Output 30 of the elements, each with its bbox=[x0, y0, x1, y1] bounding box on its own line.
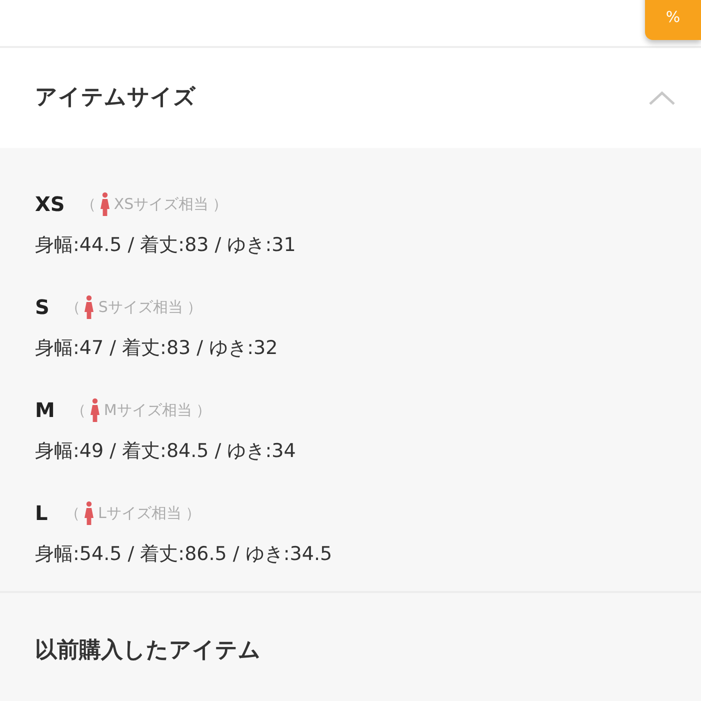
size-equivalent: XSサイズ相当 bbox=[114, 194, 209, 214]
woman-figure-icon bbox=[100, 192, 110, 216]
parenthesis: （ bbox=[70, 400, 86, 420]
size-equivalent: Sサイズ相当 bbox=[98, 298, 183, 316]
parenthesis: ） bbox=[196, 400, 211, 420]
size-label: XS bbox=[35, 192, 65, 216]
parenthesis: ） bbox=[212, 194, 228, 214]
chevron-up-icon bbox=[649, 91, 675, 105]
size-equivalent: Lサイズ相当 bbox=[98, 504, 182, 522]
woman-figure-icon bbox=[90, 398, 100, 422]
woman-figure-icon bbox=[84, 501, 94, 525]
parenthesis: （ bbox=[65, 504, 80, 522]
badge-text: % bbox=[666, 9, 680, 26]
size-label: L bbox=[35, 501, 49, 525]
woman-figure-icon bbox=[84, 295, 94, 319]
size-measurements: 身幅:47 / 着丈:83 / ゆき:32 bbox=[35, 336, 279, 361]
size-measurements: 身幅:54.5 / 着丈:86.5 / ゆき:34.5 bbox=[35, 542, 334, 567]
size-measurements: 身幅:44.5 / 着丈:83 / ゆき:31 bbox=[35, 233, 297, 258]
size-label: S bbox=[35, 295, 50, 319]
parenthesis: ） bbox=[185, 504, 200, 522]
size-measurements: 身幅:49 / 着丈:84.5 / ゆき:34 bbox=[35, 439, 297, 464]
section-header[interactable] bbox=[0, 0, 701, 48]
size-equivalent: Mサイズ相当 bbox=[104, 400, 192, 420]
section-header[interactable]: アイテムサイズ bbox=[0, 48, 701, 148]
parenthesis: （ bbox=[80, 194, 96, 214]
size-label: M bbox=[35, 398, 55, 422]
section-title: アイテムサイズ bbox=[35, 84, 196, 112]
section-title: 以前購入したアイテム bbox=[35, 637, 261, 665]
parenthesis: （ bbox=[65, 298, 80, 316]
parenthesis: ） bbox=[186, 298, 202, 316]
